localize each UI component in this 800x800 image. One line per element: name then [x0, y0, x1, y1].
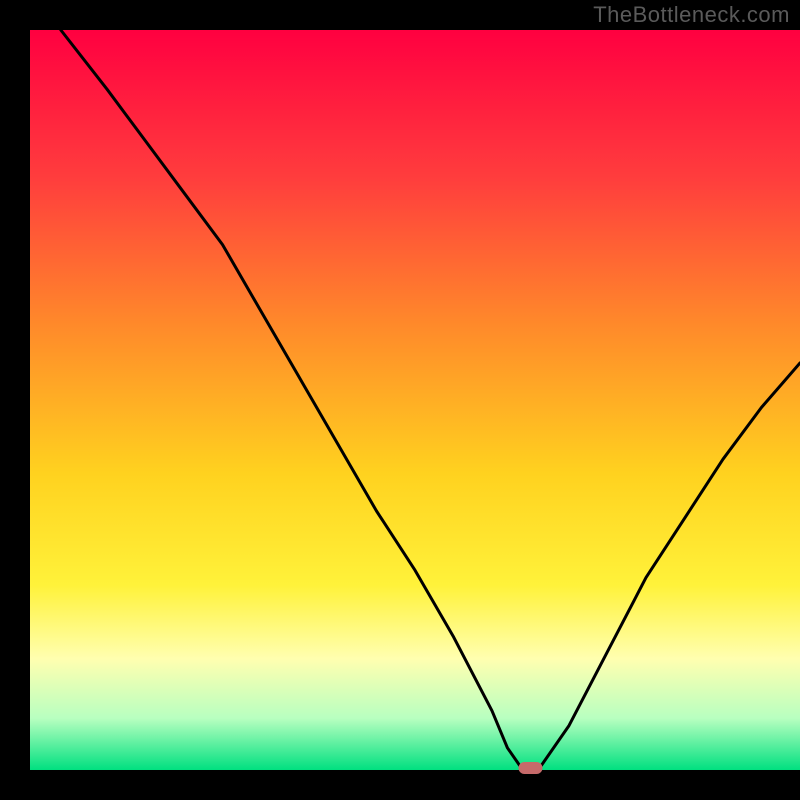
- chart-svg: [0, 0, 800, 800]
- optimal-marker: [519, 762, 543, 774]
- chart-container: TheBottleneck.com: [0, 0, 800, 800]
